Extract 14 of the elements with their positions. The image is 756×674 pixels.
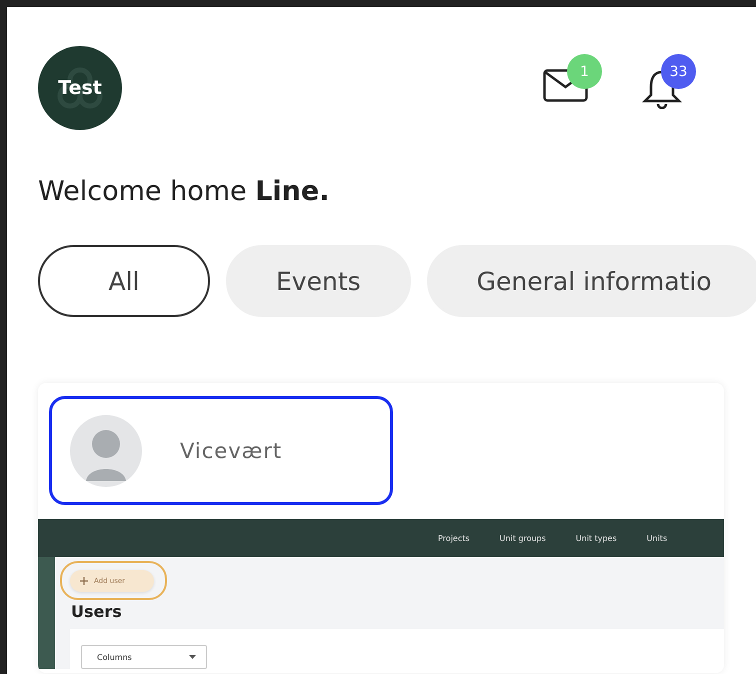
message-count-badge: 1 <box>567 54 602 89</box>
avatar-text: Test <box>58 77 102 99</box>
filter-tab[interactable]: General informatio <box>426 245 756 317</box>
filter-tab[interactable]: Events <box>226 245 411 317</box>
welcome-text: Welcome home Line. <box>38 176 330 207</box>
notification-count-badge: 33 <box>661 54 696 89</box>
avatar[interactable]: Test <box>38 46 122 130</box>
filter-tab[interactable]: All <box>38 245 210 317</box>
author-card[interactable]: Vicevært <box>49 396 393 505</box>
user-avatar-icon <box>70 414 142 486</box>
caret-icon <box>189 655 196 659</box>
users-heading: Users <box>71 602 123 621</box>
author-name: Vicevært <box>180 438 282 462</box>
plus-icon <box>80 576 88 584</box>
